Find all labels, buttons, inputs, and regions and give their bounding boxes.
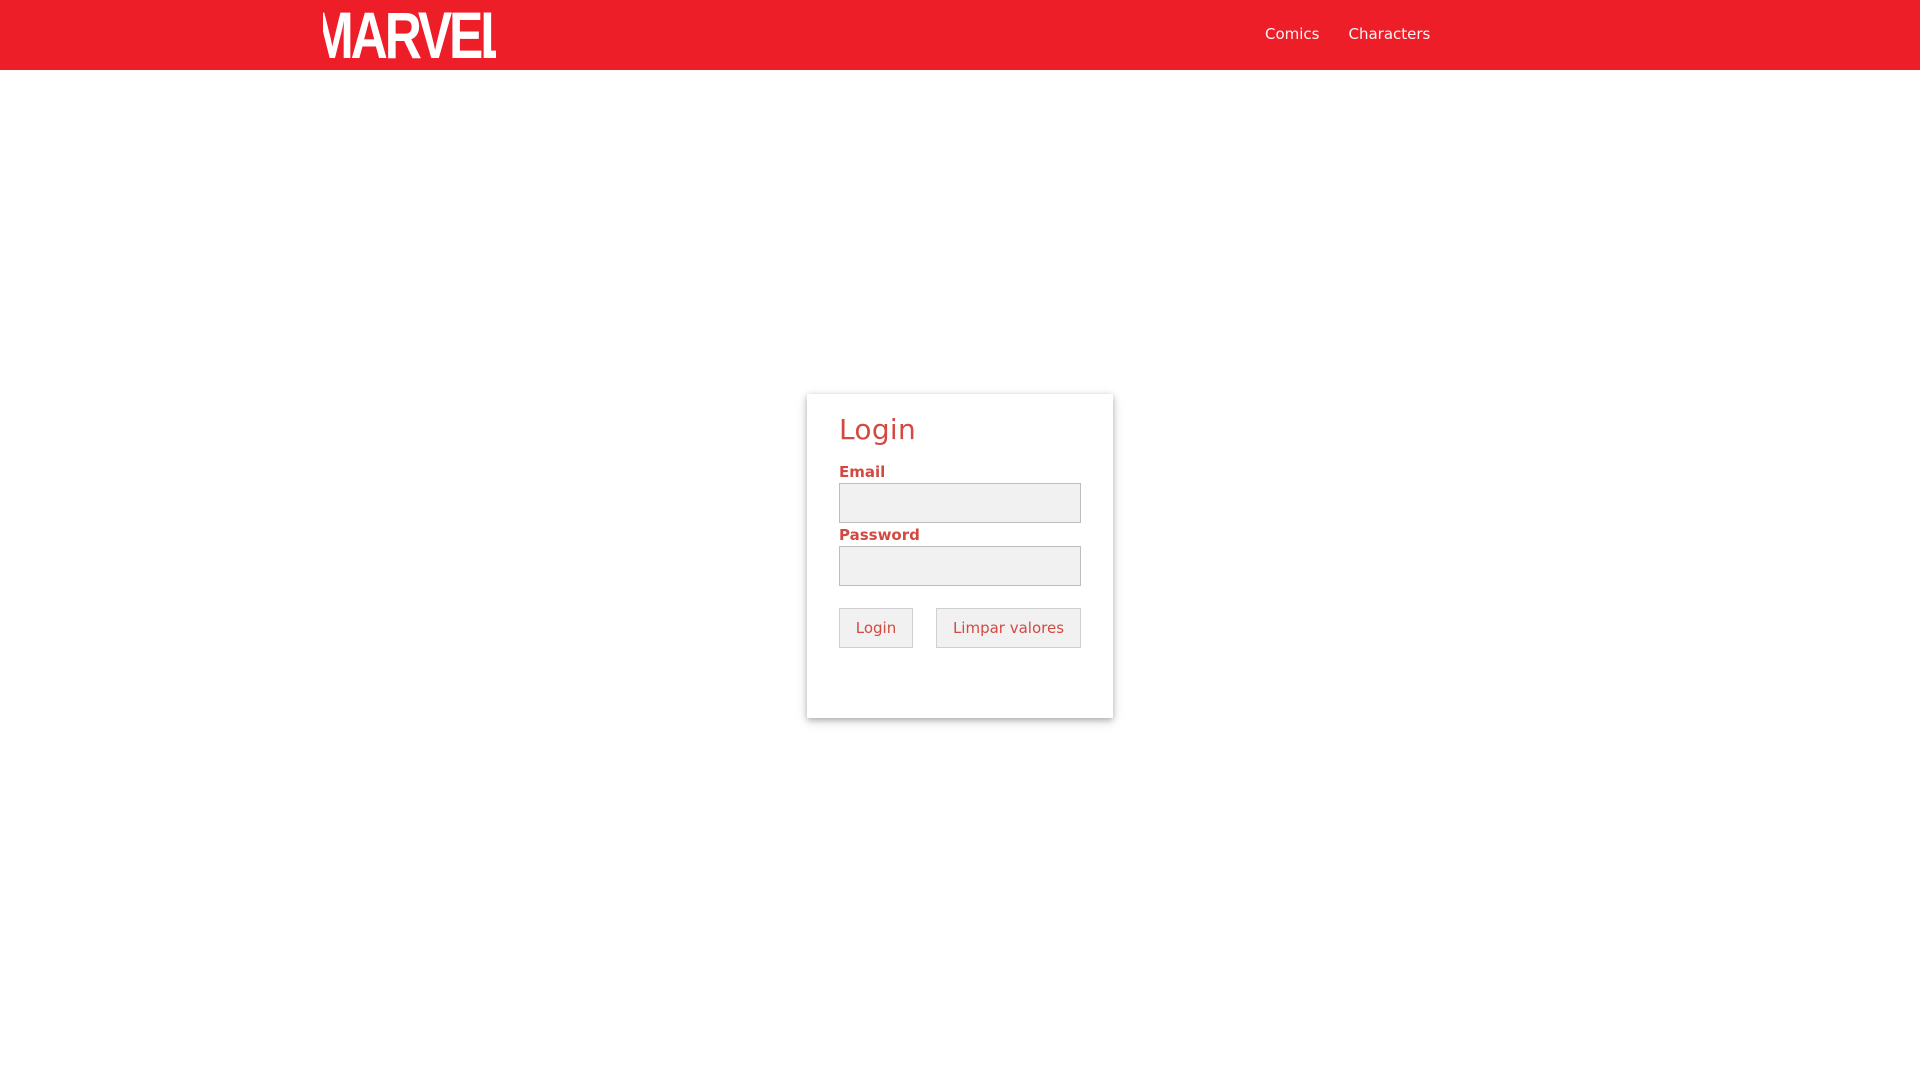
nav-link-comics[interactable]: Comics	[1265, 24, 1320, 44]
password-field[interactable]	[839, 546, 1081, 586]
email-field[interactable]	[839, 483, 1081, 523]
login-button[interactable]: Login	[839, 608, 913, 648]
nav-link-characters[interactable]: Characters	[1349, 24, 1431, 44]
login-title: Login	[839, 413, 917, 446]
password-label: Password	[839, 526, 920, 544]
marvel-logo-text: MARVEL	[323, 3, 496, 67]
login-card: Login Email Password Login Limpar valore…	[807, 394, 1113, 718]
marvel-logo[interactable]: MARVEL	[323, 3, 496, 67]
top-navbar: MARVEL Comics Characters	[0, 0, 1920, 70]
form-buttons: Login Limpar valores	[839, 608, 1081, 648]
nav-links: Comics Characters	[1265, 24, 1459, 44]
email-label: Email	[839, 463, 886, 481]
clear-values-button[interactable]: Limpar valores	[936, 608, 1081, 648]
